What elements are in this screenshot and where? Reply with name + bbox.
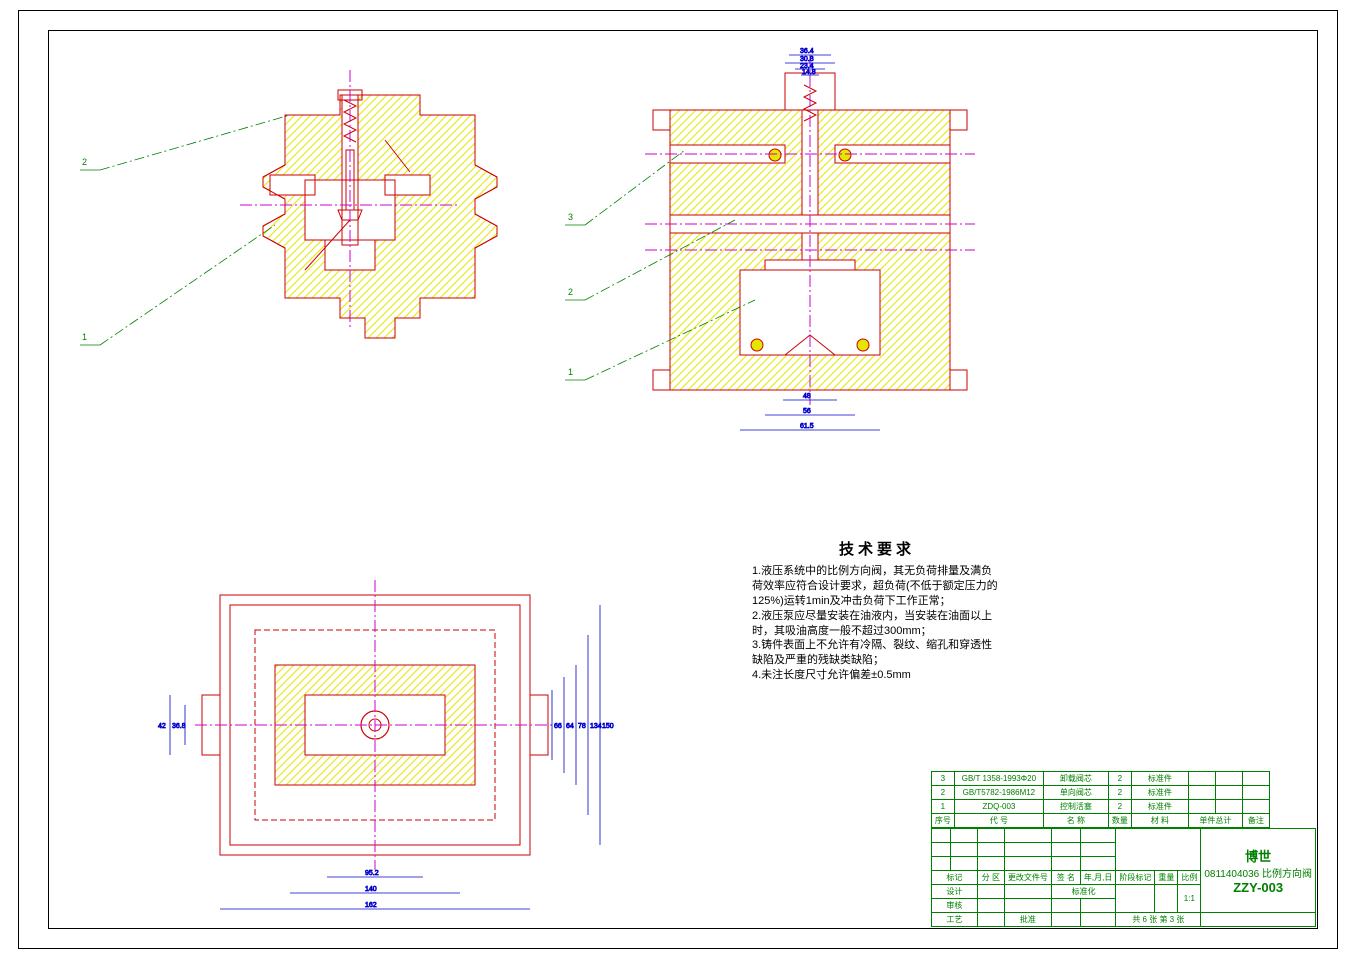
bom-header: 序号 代 号 名 称 数量 材 料 单件总计 备注 [931, 814, 1269, 828]
view-plan [195, 580, 555, 870]
dim: 61.5 [800, 423, 814, 430]
product-no: 0811404036 比例方向阀 [1204, 865, 1312, 880]
callout: 1 [82, 332, 87, 342]
bom-table: 3 GB/T 1358-1993Φ20 卸载阀芯 2 标准件 2 GB/T578… [931, 771, 1270, 828]
tech-req-heading: 技术要求 [752, 540, 1002, 560]
bom-row: 3 GB/T 1358-1993Φ20 卸载阀芯 2 标准件 [931, 772, 1269, 786]
bom-row: 1 ZDQ-003 控制活塞 2 标准件 [931, 800, 1269, 814]
callout: 3 [568, 212, 573, 222]
bom-row: 2 GB/T5782-1986M12 单向阀芯 2 标准件 [931, 786, 1269, 800]
drawing-sheet: 36.4 30.8 23.4 14.8 48 56 61.5 95.2 140 [0, 0, 1354, 957]
callout: 2 [82, 157, 87, 167]
dim: 36.8 [172, 723, 186, 730]
callout: 2 [568, 287, 573, 297]
dim: 66 [554, 723, 562, 730]
tech-req-line: 4.未注长度尺寸允许偏差±0.5mm [752, 668, 1002, 683]
view-side-section [645, 55, 975, 405]
title-block: 3 GB/T 1358-1993Φ20 卸载阀芯 2 标准件 2 GB/T578… [931, 771, 1316, 927]
dim: 78 [578, 723, 586, 730]
tech-req-line: 1.液压系统中的比例方向阀，其无负荷排量及满负荷效率应符合设计要求，超负荷(不低… [752, 564, 1002, 609]
tech-req-line: 2.液压泵应尽量安装在油液内，当安装在油面以上时，其吸油高度一般不超过300mm… [752, 609, 1002, 639]
company: 博世 [1204, 846, 1312, 865]
technical-requirements: 技术要求 1.液压系统中的比例方向阀，其无负荷排量及满负荷效率应符合设计要求，超… [752, 540, 1002, 683]
dim: 14.8 [802, 69, 816, 76]
title-table: 博世 0811404036 比例方向阀 ZZY-003 标记 分 区 更改文件号… [931, 828, 1316, 927]
dim: 36.4 [800, 48, 814, 55]
dim: 150 [602, 723, 614, 730]
view-front-section [240, 70, 497, 338]
callout: 1 [568, 367, 573, 377]
dim: 56 [803, 408, 811, 415]
dim: 64 [566, 723, 574, 730]
dim: 48 [803, 393, 811, 400]
dim: 95.2 [365, 870, 379, 877]
drawing-no: ZZY-003 [1204, 880, 1312, 895]
tech-req-line: 3.铸件表面上不允许有冷隔、裂纹、缩孔和穿透性缺陷及严重的残缺类缺陷； [752, 638, 1002, 668]
dim: 162 [365, 902, 377, 909]
dim: 140 [365, 886, 377, 893]
dim: 30.8 [800, 56, 814, 63]
dim: 42 [158, 723, 166, 730]
